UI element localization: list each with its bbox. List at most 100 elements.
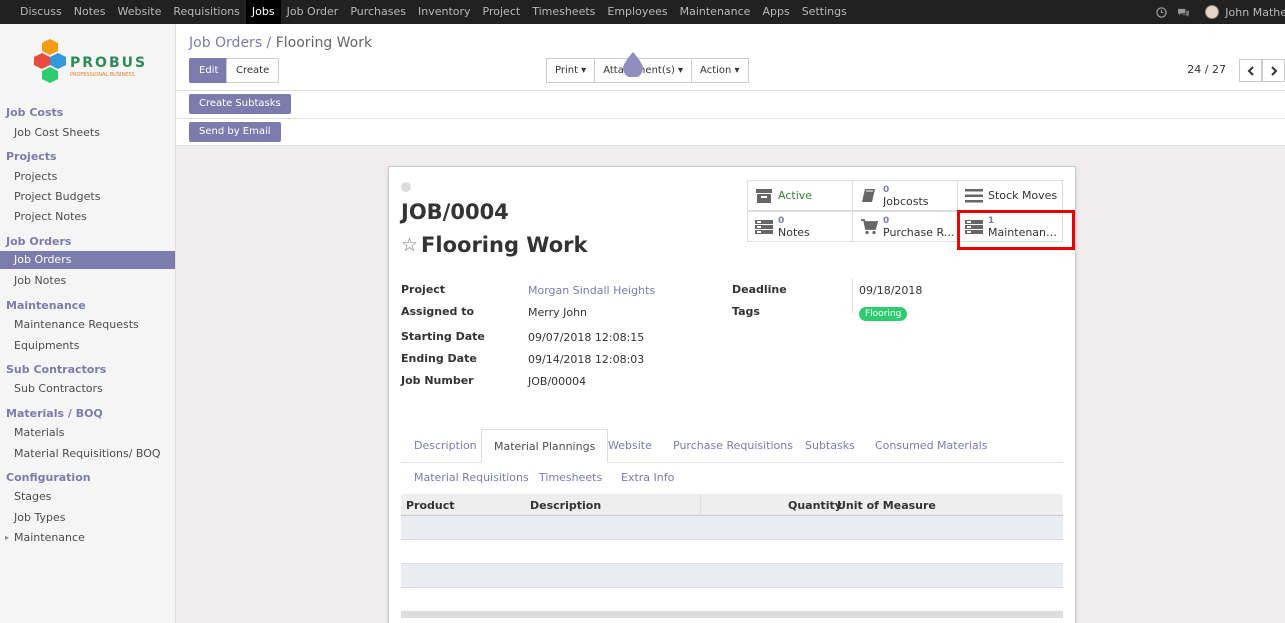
chat-icon[interactable] (1175, 4, 1191, 20)
user-avatar[interactable] (1205, 5, 1220, 19)
sidebar-item-equipments[interactable]: Equipments (14, 339, 174, 352)
sidebar-item-materials[interactable]: Materials (14, 426, 174, 439)
sidebar-item-project-budgets[interactable]: Project Budgets (14, 190, 174, 203)
menu-job-order[interactable]: Job Order (281, 0, 345, 24)
tab-timesheets[interactable]: Timesheets (539, 471, 602, 484)
record-title: Flooring Work (421, 233, 588, 257)
deadline-value: 09/18/2018 (859, 284, 923, 297)
menu-settings[interactable]: Settings (796, 0, 853, 24)
notebook-tabs: Description Material Plannings Website P… (401, 429, 1063, 463)
sidebar-item-maintenance-requests[interactable]: Maintenance Requests (14, 318, 174, 331)
clock-icon[interactable] (1153, 4, 1169, 20)
print-dropdown[interactable]: Print ▾ (546, 58, 596, 83)
ending-date-value: 09/14/2018 12:08:03 (528, 353, 645, 366)
highlight-box (957, 210, 1075, 250)
chevron-right-icon (1270, 65, 1277, 76)
sidebar: PROBUSE PROFESSIONAL BUSINESS Job Costs … (0, 24, 176, 623)
sidebar-item-projects[interactable]: Projects (14, 170, 174, 183)
notes-label: Notes (778, 226, 810, 238)
priority-dot[interactable] (401, 182, 411, 192)
svg-text:PROFESSIONAL BUSINESS: PROFESSIONAL BUSINESS (70, 72, 135, 78)
menu-maintenance[interactable]: Maintenance (674, 0, 757, 24)
project-value[interactable]: Morgan Sindall Heights (528, 284, 655, 297)
sidebar-item-material-requisitions[interactable]: Material Requisitions/ BOQ (14, 447, 174, 460)
create-button[interactable]: Create (226, 58, 280, 83)
tab-subtasks[interactable]: Subtasks (805, 439, 855, 452)
notes-count: 0 (778, 215, 785, 226)
menu-apps[interactable]: Apps (756, 0, 795, 24)
menu-requisitions[interactable]: Requisitions (167, 0, 246, 24)
app-menu: Discuss Notes Website Requisitions Jobs … (0, 0, 853, 24)
menu-jobs[interactable]: Jobs (245, 0, 281, 24)
table-row (401, 564, 1063, 588)
stock-moves-smart-button[interactable]: Stock Moves (957, 180, 1063, 211)
assigned-to-value: Merry John (528, 306, 588, 319)
drag-pointer-icon (623, 52, 643, 77)
sidebar-item-job-orders[interactable]: Job Orders (0, 251, 175, 269)
menu-employees[interactable]: Employees (601, 0, 673, 24)
notes-smart-button[interactable]: 0 Notes (747, 211, 853, 242)
pager-previous-button[interactable] (1239, 59, 1262, 82)
tab-purchase-requisitions[interactable]: Purchase Requisitions (673, 439, 793, 452)
tab-material-plannings[interactable]: Material Plannings (481, 429, 609, 463)
user-name[interactable]: John Mathe (1225, 6, 1285, 19)
sidebar-item-project-notes[interactable]: Project Notes (14, 210, 174, 223)
menu-project[interactable]: Project (477, 0, 527, 24)
send-by-email-button[interactable]: Send by Email (189, 122, 281, 142)
stock-moves-label: Stock Moves (988, 190, 1058, 201)
section-sub-contractors: Sub Contractors (6, 363, 107, 376)
sidebar-item-sub-contractors[interactable]: Sub Contractors (14, 382, 174, 395)
jobcosts-count: 0 (883, 184, 890, 195)
record-title-row: ☆ Flooring Work (401, 233, 587, 257)
active-smart-button[interactable]: Active (747, 180, 853, 211)
table-row (401, 588, 1063, 612)
column-unit-of-measure[interactable]: Unit of Measure (837, 499, 936, 512)
edit-button[interactable]: Edit (189, 58, 229, 83)
purchase-requisitions-smart-button[interactable]: 0 Purchase Re… (852, 211, 958, 242)
menu-discuss[interactable]: Discuss (14, 0, 68, 24)
tags-label: Tags (732, 305, 760, 318)
sidebar-item-stages[interactable]: Stages (14, 490, 174, 503)
action-dropdown[interactable]: Action ▾ (691, 58, 749, 83)
jobcosts-smart-button[interactable]: 0 Jobcosts (852, 180, 958, 211)
create-subtasks-button[interactable]: Create Subtasks (189, 94, 291, 114)
section-configuration: Configuration (6, 471, 91, 484)
breadcrumb: Job Orders / Flooring Work (189, 35, 372, 51)
tab-extra-info[interactable]: Extra Info (621, 471, 674, 484)
menu-notes[interactable]: Notes (68, 0, 112, 24)
star-icon[interactable]: ☆ (401, 234, 418, 256)
breadcrumb-parent[interactable]: Job Orders / (189, 35, 271, 51)
menu-website[interactable]: Website (112, 0, 168, 24)
header-strip-1: Create Subtasks (176, 91, 1285, 119)
tab-material-requisitions[interactable]: Material Requisitions (414, 471, 529, 484)
pager-value: 24 / 27 (1187, 63, 1226, 76)
column-description[interactable]: Description (530, 499, 601, 512)
svg-text:PROBUSE: PROBUSE (70, 55, 144, 71)
sidebar-item-job-notes[interactable]: Job Notes (14, 274, 174, 287)
caret-right-icon[interactable]: ▸ (5, 533, 9, 542)
pager-next-button[interactable] (1262, 59, 1285, 82)
menu-purchases[interactable]: Purchases (344, 0, 412, 24)
chevron-left-icon (1247, 65, 1254, 76)
section-materials-boq: Materials / BOQ (6, 407, 103, 420)
sidebar-item-job-cost-sheets[interactable]: Job Cost Sheets (14, 126, 174, 139)
tab-website[interactable]: Website (608, 439, 652, 452)
column-product[interactable]: Product (406, 499, 455, 512)
sidebar-item-maintenance[interactable]: Maintenance (14, 531, 174, 544)
ending-date-label: Ending Date (401, 352, 477, 365)
purchase-label: Purchase Re… (883, 226, 957, 238)
menu-timesheets[interactable]: Timesheets (526, 0, 601, 24)
sidebar-dropdowns: Print ▾ Attachment(s) ▾ Action ▾ (546, 58, 749, 83)
job-number-label: Job Number (401, 374, 474, 387)
table-row (401, 516, 1063, 540)
menu-inventory[interactable]: Inventory (412, 0, 477, 24)
tasks-icon (754, 217, 774, 237)
sidebar-item-job-types[interactable]: Job Types (14, 511, 174, 524)
tab-description[interactable]: Description (414, 439, 477, 452)
tab-consumed-materials[interactable]: Consumed Materials (875, 439, 987, 452)
tag-flooring[interactable]: Flooring (859, 307, 908, 321)
column-quantity[interactable]: Quantity (788, 499, 842, 512)
starting-date-value: 09/07/2018 12:08:15 (528, 331, 645, 344)
breadcrumb-current: Flooring Work (275, 35, 373, 51)
section-projects: Projects (6, 150, 57, 163)
